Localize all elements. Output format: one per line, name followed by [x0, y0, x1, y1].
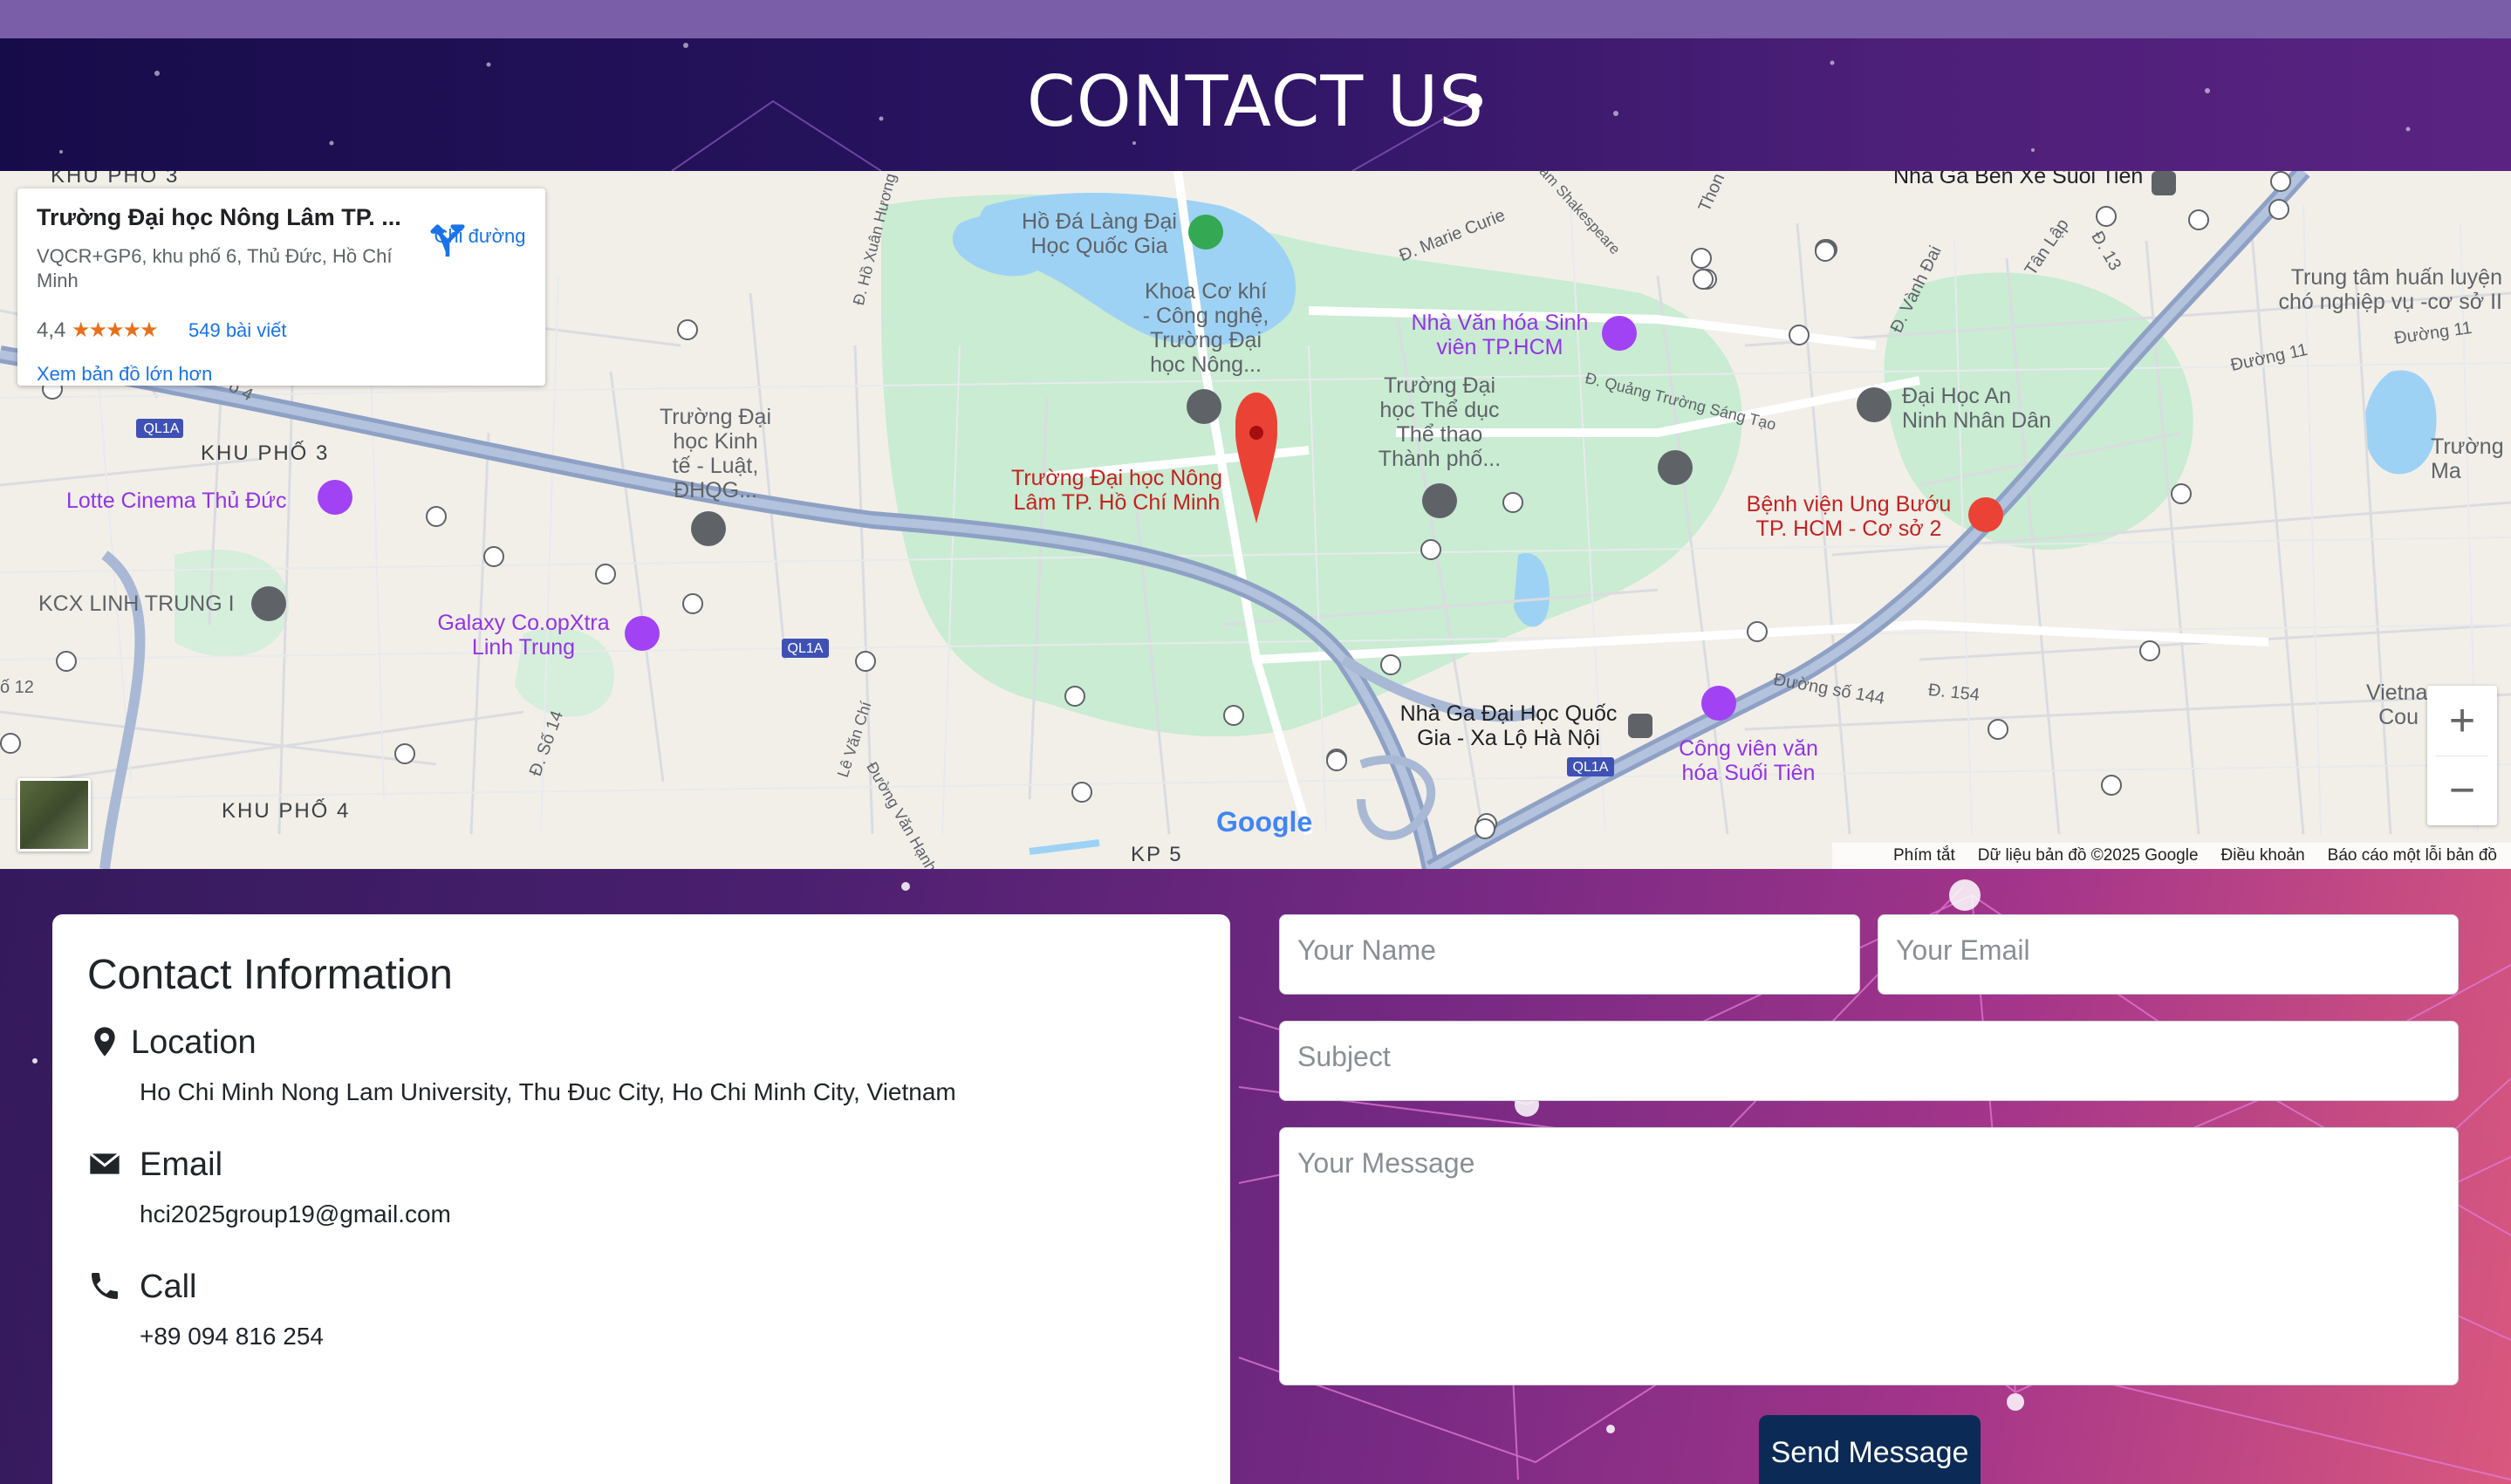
larger-map-link[interactable]: Xem bản đồ lớn hơn — [37, 363, 212, 386]
rating-value: 4,4 — [37, 318, 66, 342]
satellite-toggle-button[interactable] — [17, 778, 91, 851]
call-value[interactable]: +89 094 816 254 — [140, 1323, 324, 1351]
envelope-icon — [89, 1152, 120, 1174]
map-label-trung-tam: Trung tâm huấn luyện chó nghiệp vụ -cơ sở… — [2278, 265, 2502, 314]
zoom-in-button[interactable]: + — [2427, 686, 2497, 756]
map-label-nha-van-hoa: Nhà Văn hóa Sinh viên TP.HCM — [1411, 311, 1589, 359]
map-label-truong-m: Trường Ma — [2431, 434, 2504, 483]
contact-section: Contact Information Location Ho Chi Minh… — [0, 869, 2511, 1484]
location-label: Location — [131, 1024, 257, 1061]
map-label-ho-da: Hồ Đá Làng Đại Học Quốc Gia — [1022, 209, 1177, 258]
message-textarea[interactable]: Your Message — [1279, 1127, 2459, 1385]
road-label-154: Đ. 154 — [1927, 680, 1981, 706]
email-input[interactable]: Your Email — [1878, 914, 2459, 995]
place-address: VQCR+GP6, khu phố 6, Thủ Đức, Hồ Chí Min… — [37, 245, 393, 291]
page-header: CONTACT US — [0, 38, 2511, 171]
location-icon — [94, 1027, 115, 1057]
terms-link[interactable]: Điều khoản — [2221, 846, 2305, 865]
rating-stars-icon: ★★★★★ — [72, 318, 159, 342]
subject-input[interactable]: Subject — [1279, 1021, 2459, 1101]
map-label-kinh-te-luat: Trường Đại học Kinh tế - Luật, ĐHQG... — [659, 405, 772, 503]
keyboard-shortcuts-link[interactable]: Phím tắt — [1893, 846, 1955, 865]
map-label-the-duc: Trường Đại học Thể dục Thể thao Thành phố..… — [1378, 373, 1502, 471]
contact-information-card: Contact Information Location Ho Chi Minh… — [52, 914, 1230, 1484]
map-label-benh-vien: Bệnh viện Ung Bướu TP. HCM - Cơ sở 2 — [1746, 492, 1952, 541]
send-message-button[interactable]: Send Message — [1759, 1415, 1981, 1484]
map-label-cong-vien: Công viên văn hóa Suối Tiên — [1679, 736, 1818, 785]
place-name: Trường Đại học Nông Lâm TP. ... — [37, 204, 401, 230]
road-label-so-12: ố 12 — [0, 678, 34, 697]
map-label-ga-dhqg: Nhà Ga Đại Học Quốc Gia - Xa Lộ Hà Nội — [1399, 701, 1618, 750]
map-label-galaxy: Galaxy Co.opXtra Linh Trung — [437, 611, 610, 660]
zoom-out-button[interactable]: − — [2427, 756, 2497, 825]
road-shield-ql1a: QL1A — [787, 641, 824, 656]
email-label: Email — [140, 1146, 223, 1183]
directions-icon — [430, 224, 465, 257]
report-error-link[interactable]: Báo cáo một lỗi bản đồ — [2328, 846, 2497, 865]
map-label-ga-ben-xe: Nhà Ga Bến Xe Suối Tiên — [1893, 171, 2144, 188]
page-title: CONTACT US — [1026, 61, 1485, 142]
call-label: Call — [140, 1269, 197, 1305]
place-rating: 4,4 ★★★★★ — [37, 318, 159, 343]
map-label-nong-lam[interactable]: Trường Đại học Nông Lâm TP. Hồ Chí Minh — [995, 466, 1239, 515]
map-label-dh-an-ninh: Đại Học An Ninh Nhân Dân — [1902, 384, 2051, 433]
map-label-lotte: Lotte Cinema Thủ Đức — [66, 489, 287, 513]
zoom-control[interactable]: + − — [2427, 686, 2497, 825]
map-data-credit: Dữ liệu bản đồ ©2025 Google — [1977, 846, 2199, 865]
map-label-khu-pho-3: KHU PHỐ 3 — [201, 441, 330, 465]
contact-information-heading: Contact Information — [87, 952, 453, 998]
map-label-vietnam: Vietna Cou — [2366, 680, 2428, 729]
map-label-kcx: KCX LINH TRUNG I — [38, 592, 235, 616]
road-shield-ql1a: QL1A — [1572, 760, 1609, 775]
email-value[interactable]: hci2025group19@gmail.com — [140, 1200, 451, 1228]
location-value: Ho Chi Minh Nong Lam University, Thu Đuc… — [140, 1078, 956, 1105]
phone-icon — [92, 1273, 118, 1299]
top-strip — [0, 0, 2511, 38]
map-label-khoa-co-khi: Khoa Cơ khí - Công nghệ, Trường Đại học Nôn… — [1142, 279, 1269, 377]
reviews-link[interactable]: 549 bài viết — [188, 319, 287, 342]
road-shield-ql1a: QL1A — [143, 421, 180, 436]
place-info-card: Trường Đại học Nông Lâm TP. ... VQCR+GP6… — [17, 188, 545, 386]
map-label-kp5: KP 5 — [1131, 843, 1183, 866]
google-logo: Google — [1216, 806, 1313, 838]
map-label-khu-pho-4: KHU PHỐ 4 — [222, 799, 351, 823]
map-attribution-bar: Phím tắt Dữ liệu bản đồ ©2025 Google Điề… — [1832, 843, 2511, 869]
map-label-khu-pho-3-top: KHU PHỐ 3 — [51, 171, 180, 188]
directions-button[interactable]: Chỉ đường — [428, 220, 532, 257]
embedded-map[interactable]: KHU PHỐ 3 Nhà Ga Bến Xe Suối Tiên Hồ Đá … — [0, 171, 2511, 869]
name-input[interactable]: Your Name — [1279, 914, 1860, 995]
